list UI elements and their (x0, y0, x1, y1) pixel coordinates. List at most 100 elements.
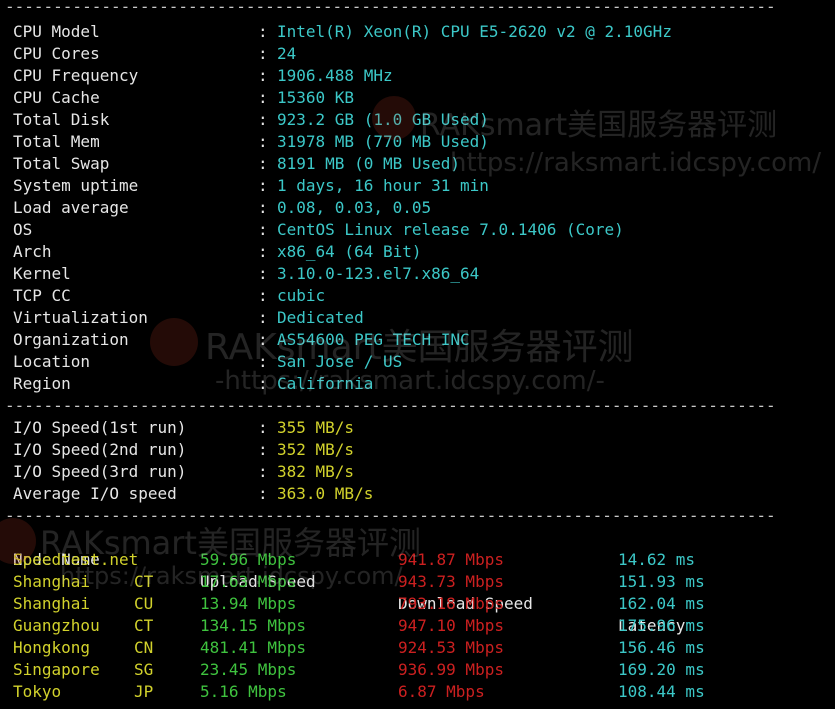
sysinfo-value: San Jose / US (277, 352, 403, 371)
speed-row: Tokyo JP 5.16 Mbps 6.87 Mbps 108.44 ms (0, 681, 835, 703)
colon-separator: : (258, 308, 268, 327)
sysinfo-value: Intel(R) Xeon(R) CPU E5-2620 v2 @ 2.10GH… (277, 22, 672, 41)
latency-value: 162.04 ms (618, 594, 705, 613)
sysinfo-value: CentOS Linux release 7.0.1406 (Core) (277, 220, 624, 239)
sysinfo-value: x86_64 (64 Bit) (277, 242, 422, 261)
sysinfo-row: CPU Cores:24 (0, 43, 835, 65)
speed-row: Guangzhou CT 134.15 Mbps 947.10 Mbps 175.96 … (0, 615, 835, 637)
download-speed: 947.10 Mbps (398, 616, 504, 635)
node-name: Shanghai (13, 572, 91, 591)
colon-separator: : (258, 286, 268, 305)
separator-line: ----------------------------------------… (5, 0, 775, 16)
io-row: Average I/O speed:363.0 MB/s (0, 483, 835, 505)
sysinfo-row: Total Disk:923.2 GB (1.0 GB Used) (0, 109, 835, 131)
colon-separator: : (258, 176, 268, 195)
sysinfo-label: CPU Cache (13, 88, 100, 107)
node-name: Singapore (13, 660, 100, 679)
colon-separator: : (258, 242, 268, 261)
latency-value: 14.62 ms (618, 550, 696, 569)
latency-value: 175.96 ms (618, 616, 705, 635)
download-speed: 6.87 Mbps (398, 682, 485, 701)
node-name: Guangzhou (13, 616, 100, 635)
node-name: Tokyo (13, 682, 62, 701)
io-value: 382 MB/s (277, 462, 355, 481)
colon-separator: : (258, 220, 268, 239)
sysinfo-row: Arch: x86_64 (64 Bit) (0, 241, 835, 263)
speed-row: Shanghai CU 13.94 Mbps 793.18 Mbps 162.04 ms (0, 593, 835, 615)
sysinfo-label: System uptime (13, 176, 139, 195)
colon-separator: : (258, 264, 268, 283)
speed-row: Hongkong CN 481.41 Mbps 924.53 Mbps 156.46 m… (0, 637, 835, 659)
latency-value: 156.46 ms (618, 638, 705, 657)
sysinfo-value: 1 days, 16 hour 31 min (277, 176, 489, 195)
io-value: 352 MB/s (277, 440, 355, 459)
speed-row: Speedtest.net 59.96 Mbps 941.87 Mbps 14.62 … (0, 549, 835, 571)
sysinfo-value: 15360 KB (277, 88, 355, 107)
upload-speed: 17.63 Mbps (200, 572, 297, 591)
node-code: JP (134, 682, 154, 701)
upload-speed: 23.45 Mbps (200, 660, 297, 679)
download-speed: 936.99 Mbps (398, 660, 504, 679)
sysinfo-row: Total Mem:31978 MB (770 MB Used) (0, 131, 835, 153)
sysinfo-value: cubic (277, 286, 326, 305)
speed-row: Singapore SG 23.45 Mbps 936.99 Mbps 169.20 m… (0, 659, 835, 681)
colon-separator: : (258, 418, 268, 437)
upload-speed: 5.16 Mbps (200, 682, 287, 701)
node-code: SG (134, 660, 154, 679)
node-code: CN (134, 638, 154, 657)
download-speed: 924.53 Mbps (398, 638, 504, 657)
sysinfo-label: CPU Frequency (13, 66, 139, 85)
colon-separator: : (258, 352, 268, 371)
terminal-output: ----------------------------------------… (0, 0, 835, 709)
node-code: CT (134, 616, 154, 635)
latency-value: 169.20 ms (618, 660, 705, 679)
colon-separator: : (258, 22, 268, 41)
upload-speed: 481.41 Mbps (200, 638, 306, 657)
download-speed: 941.87 Mbps (398, 550, 504, 569)
sysinfo-row: Organization: AS54600 PEG TECH INC (0, 329, 835, 351)
speed-row: Shanghai CT 17.63 Mbps 943.73 Mbps 151.93 ms (0, 571, 835, 593)
sysinfo-label: Region (13, 374, 71, 393)
sysinfo-value: 8191 MB (0 MB Used) (277, 154, 461, 173)
node-name: Shanghai (13, 594, 91, 613)
node-name: Speedtest.net (13, 550, 139, 569)
io-value: 355 MB/s (277, 418, 355, 437)
sysinfo-value: 923.2 GB (1.0 GB Used) (277, 110, 489, 129)
upload-speed: 134.15 Mbps (200, 616, 306, 635)
sysinfo-label: Total Disk (13, 110, 110, 129)
upload-speed: 59.96 Mbps (200, 550, 297, 569)
io-row: I/O Speed(3rd run):382 MB/s (0, 461, 835, 483)
sysinfo-label: Total Swap (13, 154, 110, 173)
sysinfo-row: Virtualization: Dedicated (0, 307, 835, 329)
sysinfo-value: 0.08, 0.03, 0.05 (277, 198, 432, 217)
sysinfo-row: Kernel:3.10.0-123.el7.x86_64 (0, 263, 835, 285)
sysinfo-label: Kernel (13, 264, 71, 283)
latency-value: 151.93 ms (618, 572, 705, 591)
upload-speed: 13.94 Mbps (200, 594, 297, 613)
colon-separator: : (258, 110, 268, 129)
sysinfo-row: Location: San Jose / US (0, 351, 835, 373)
sysinfo-row: CPU Frequency:1906.488 MHz (0, 65, 835, 87)
node-code: CT (134, 572, 154, 591)
speed-table-header: Node Name Upload Speed Download Speed La… (0, 527, 835, 635)
sysinfo-value: 1906.488 MHz (277, 66, 393, 85)
colon-separator: : (258, 132, 268, 151)
colon-separator: : (258, 330, 268, 349)
sysinfo-label: Total Mem (13, 132, 100, 151)
io-value: 363.0 MB/s (277, 484, 374, 503)
colon-separator: : (258, 440, 268, 459)
sysinfo-label: Virtualization (13, 308, 148, 327)
sysinfo-row: CPU Cache:15360 KB (0, 87, 835, 109)
sysinfo-row: CPU Model: Intel(R) Xeon(R) CPU E5-2620 v… (0, 21, 835, 43)
separator-line: ----------------------------------------… (5, 506, 775, 525)
download-speed: 793.18 Mbps (398, 594, 504, 613)
sysinfo-value: California (277, 374, 374, 393)
sysinfo-value: Dedicated (277, 308, 364, 327)
node-name: Hongkong (13, 638, 91, 657)
colon-separator: : (258, 374, 268, 393)
sysinfo-label: CPU Cores (13, 44, 100, 63)
sysinfo-row: OS: CentOS Linux release 7.0.1406 (Core) (0, 219, 835, 241)
io-row: I/O Speed(1st run):355 MB/s (0, 417, 835, 439)
sysinfo-label: OS (13, 220, 33, 239)
sysinfo-label: CPU Model (13, 22, 100, 41)
